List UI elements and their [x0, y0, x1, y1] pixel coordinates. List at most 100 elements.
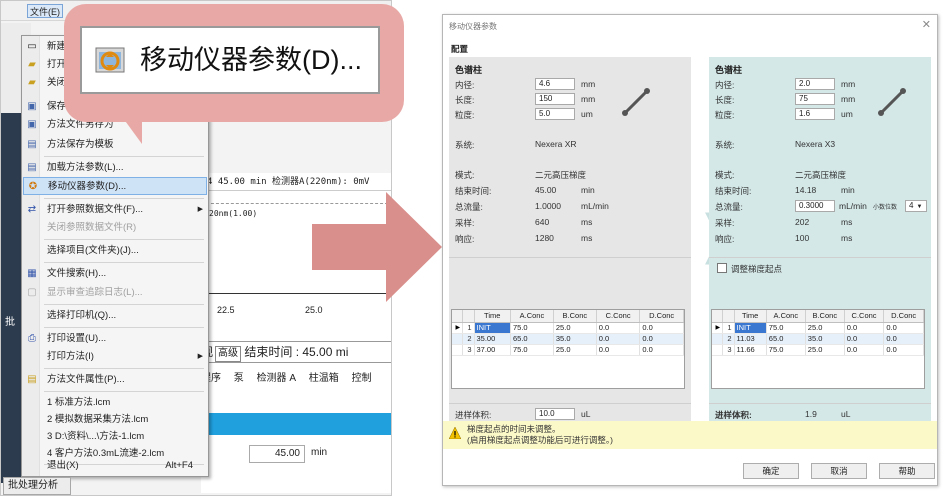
table-cell[interactable]: INIT: [734, 322, 767, 334]
batch-analysis-tab[interactable]: 批处理分析: [3, 477, 71, 495]
table-cell[interactable]: 25.0: [553, 322, 597, 334]
table-cell[interactable]: 0.0: [844, 322, 885, 334]
table-cell[interactable]: 75.0: [766, 322, 806, 334]
system-value: Nexera XR: [535, 139, 577, 149]
table-cell[interactable]: 0.0: [844, 333, 885, 345]
adjust-gradient-checkbox[interactable]: [717, 263, 727, 273]
table-cell[interactable]: 11.03: [734, 333, 767, 345]
ok-button[interactable]: 确定: [743, 463, 799, 479]
menu-item-select-project[interactable]: 选择项目(文件夹)(J)...: [23, 242, 207, 260]
table-cell[interactable]: 65.0: [766, 333, 806, 345]
help-button[interactable]: 帮助: [879, 463, 935, 479]
menu-item-transfer-params[interactable]: ✪ 移动仪器参数(D)...: [23, 177, 207, 195]
unit-label: mL/min: [581, 201, 609, 211]
table-cell[interactable]: 25.0: [805, 322, 845, 334]
end-time-label: 结束时间:: [715, 186, 752, 196]
recent-file-2[interactable]: 2 模拟数据采集方法.lcm: [23, 411, 207, 429]
menu-item-load-params[interactable]: ▤ 加载方法参数(L)...: [23, 159, 207, 177]
table-cell[interactable]: 75.0: [510, 322, 554, 334]
menu-item-print-setup[interactable]: ⎙ 打印设置(U)...: [23, 330, 207, 348]
particle-size-input[interactable]: 1.6: [795, 108, 835, 120]
warning-text-line1: 梯度起点的时间未调整。: [467, 424, 561, 434]
table-cell[interactable]: 65.0: [510, 333, 554, 345]
load-params-icon: ▤: [27, 162, 37, 173]
table-row[interactable]: 3 37.00 75.0 25.0 0.0 0.0: [452, 344, 684, 356]
menu-separator: [44, 262, 204, 263]
cancel-button[interactable]: 取消: [811, 463, 867, 479]
table-header: C.Conc: [844, 310, 885, 323]
total-flow-input[interactable]: 0.3000: [795, 200, 835, 212]
menu-item-save-template[interactable]: ▤ 方法保存为模板: [23, 136, 207, 154]
response-value: 100: [795, 233, 810, 243]
decimal-places-select[interactable]: 4 ▼: [905, 200, 927, 212]
table-cell[interactable]: 0.0: [883, 322, 924, 334]
menu-item-open-reference[interactable]: ⇄ 打开参照数据文件(F)... ▶: [23, 201, 207, 219]
mode-value: 二元高压梯度: [535, 170, 587, 180]
menu-item-file-search[interactable]: ▦ 文件搜索(H)...: [23, 265, 207, 283]
menu-item-label: 1 标准方法.lcm: [47, 397, 111, 408]
end-time-text: 结束时间 : 45.00 mi: [244, 345, 349, 359]
table-row[interactable]: 3 11.66 75.0 25.0 0.0 0.0: [712, 344, 924, 356]
sampling-value: 202: [795, 217, 810, 227]
tab-pump[interactable]: 泵: [234, 373, 244, 384]
table-row[interactable]: 2 35.00 65.0 35.0 0.0 0.0: [452, 333, 684, 345]
close-icon[interactable]: ✕: [922, 18, 931, 31]
recent-file-1[interactable]: 1 标准方法.lcm: [23, 394, 207, 412]
advanced-button[interactable]: 高级: [215, 346, 242, 362]
particle-size-input[interactable]: 5.0: [535, 108, 575, 120]
menu-item-label: 方法文件属性(P)...: [47, 374, 125, 385]
shortcut-label: Alt+F4: [165, 460, 193, 471]
tab-controller[interactable]: 控制: [352, 373, 372, 384]
menu-item-select-printer[interactable]: 选择打印机(Q)...: [23, 307, 207, 325]
table-cell[interactable]: 35.0: [553, 333, 597, 345]
table-cell[interactable]: 0.0: [596, 333, 641, 345]
tab-column-oven[interactable]: 柱温箱: [309, 373, 339, 384]
table-row[interactable]: ▶ 1 INIT 75.0 25.0 0.0 0.0: [452, 322, 684, 334]
menu-item-label: 保存: [47, 101, 67, 112]
table-cell[interactable]: 0.0: [639, 322, 684, 334]
length-input[interactable]: 75: [795, 93, 835, 105]
table-cell[interactable]: 0.0: [883, 333, 924, 345]
menu-item-print-method[interactable]: 打印方法(I) ▶: [23, 348, 207, 366]
table-cell[interactable]: 0.0: [639, 333, 684, 345]
table-cell[interactable]: 35.0: [805, 333, 845, 345]
config-label: 配置: [451, 44, 469, 54]
table-cell[interactable]: 75.0: [510, 344, 554, 356]
time-input[interactable]: 45.00: [249, 445, 305, 463]
table-cell[interactable]: 25.0: [553, 344, 597, 356]
table-cell[interactable]: 0.0: [844, 344, 885, 356]
table-cell[interactable]: INIT: [474, 322, 511, 334]
table-row[interactable]: ▶ 1 INIT 75.0 25.0 0.0 0.0: [712, 322, 924, 334]
table-cell[interactable]: 0.0: [639, 344, 684, 356]
menu-item-properties[interactable]: ▤ 方法文件属性(P)...: [23, 371, 207, 389]
inner-diameter-input[interactable]: 4.6: [535, 78, 575, 90]
table-cell[interactable]: 0.0: [883, 344, 924, 356]
select-value: 4: [909, 201, 914, 210]
target-gradient-table[interactable]: Time A.Conc B.Conc C.Conc D.Conc ▶ 1 INI…: [711, 309, 925, 389]
save-as-icon: ▣: [27, 119, 37, 130]
unit-label: uL: [841, 409, 851, 419]
table-cell[interactable]: 75.0: [766, 344, 806, 356]
menu-item-exit[interactable]: 退出(X) Alt+F4: [23, 457, 207, 475]
injection-volume-input[interactable]: 10.0: [535, 408, 575, 420]
menu-item-label: 移动仪器参数(D)...: [48, 181, 127, 192]
table-cell[interactable]: 25.0: [805, 344, 845, 356]
row-pointer-icon: ▶: [712, 322, 723, 334]
table-cell[interactable]: 35.00: [474, 333, 511, 345]
recent-file-3[interactable]: 3 D:\资料\...\方法-1.lcm: [23, 428, 207, 446]
axis-tick: 25.0: [305, 305, 323, 315]
table-cell[interactable]: 0.0: [596, 344, 641, 356]
row-number: 1: [462, 322, 475, 334]
table-cell[interactable]: 11.66: [734, 344, 767, 356]
length-input[interactable]: 150: [535, 93, 575, 105]
column-icon: [622, 88, 650, 116]
table-header: D.Conc: [639, 310, 684, 323]
table-cell[interactable]: 0.0: [596, 322, 641, 334]
table-header: B.Conc: [805, 310, 845, 323]
menu-file[interactable]: 文件(E): [27, 4, 63, 18]
source-gradient-table[interactable]: Time A.Conc B.Conc C.Conc D.Conc ▶ 1 INI…: [451, 309, 685, 389]
table-cell[interactable]: 37.00: [474, 344, 511, 356]
table-row[interactable]: 2 11.03 65.0 35.0 0.0 0.0: [712, 333, 924, 345]
inner-diameter-input[interactable]: 2.0: [795, 78, 835, 90]
tab-detector-a[interactable]: 检测器 A: [257, 373, 296, 384]
